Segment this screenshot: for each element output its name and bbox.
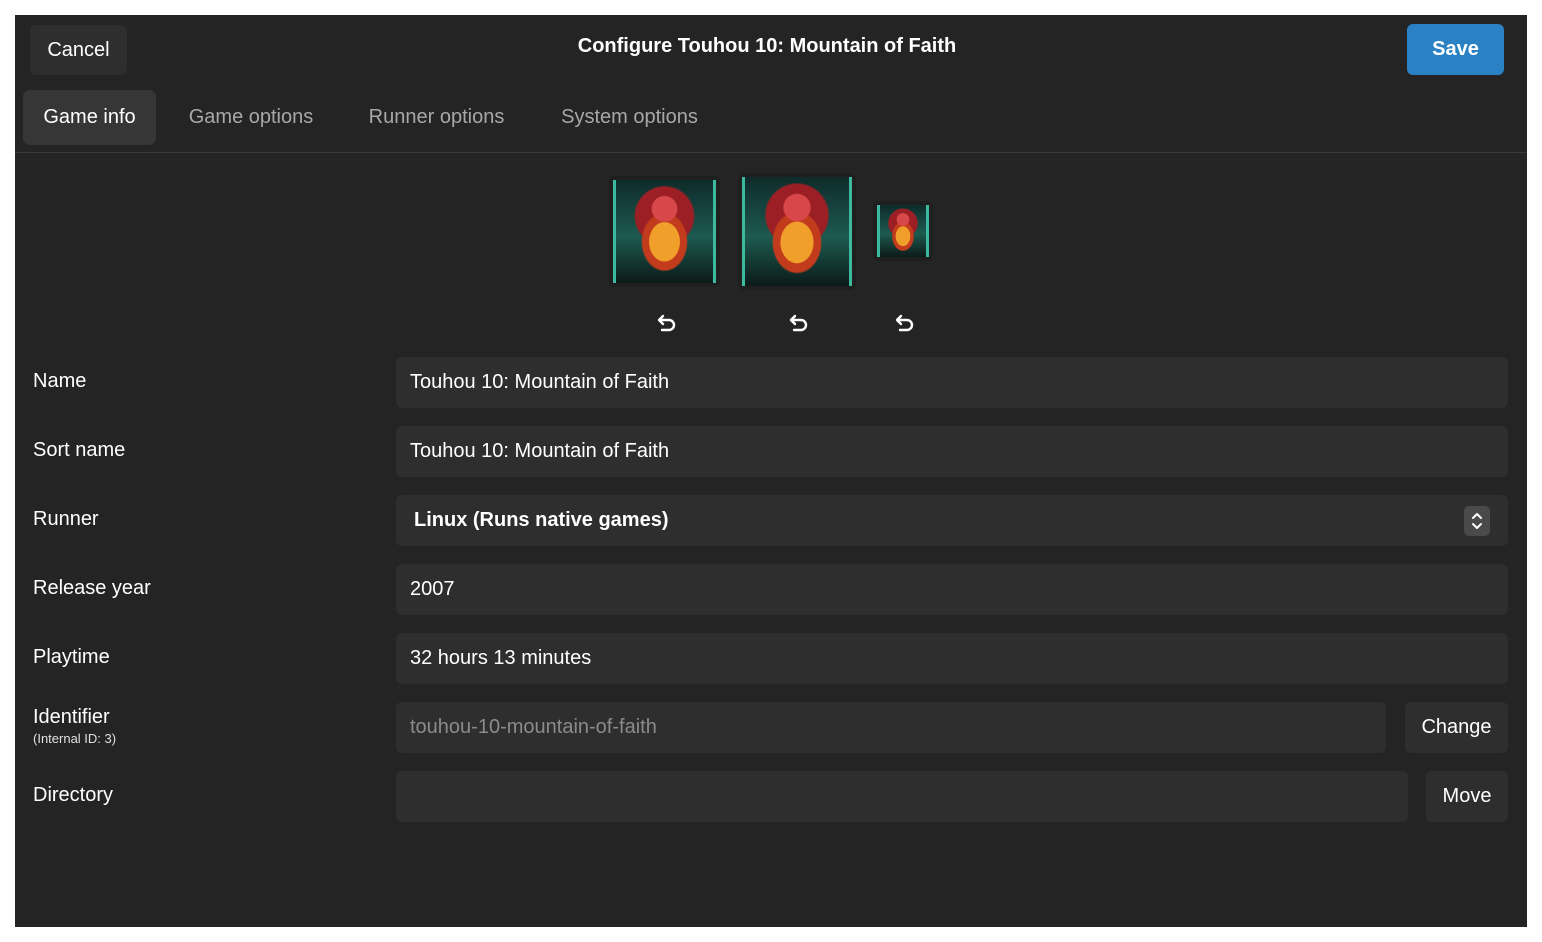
cover-art-1[interactable] xyxy=(609,176,720,287)
cover-art-3[interactable] xyxy=(873,201,933,261)
directory-field[interactable] xyxy=(396,771,1408,822)
cover-art-image xyxy=(742,177,852,286)
identifier-label: Identifier xyxy=(33,706,110,728)
runner-select-value: Linux (Runs native games) xyxy=(414,509,669,531)
undo-icon[interactable] xyxy=(786,311,810,335)
sort-name-label: Sort name xyxy=(33,439,126,461)
playtime-label: Playtime xyxy=(33,646,110,668)
release-year-field[interactable]: 2007 xyxy=(396,564,1508,615)
tab-game-info[interactable]: Game info xyxy=(23,90,156,145)
save-button[interactable]: Save xyxy=(1407,24,1504,75)
runner-select[interactable]: Linux (Runs native games) xyxy=(396,495,1508,546)
release-year-label: Release year xyxy=(33,577,151,599)
sort-name-field[interactable]: Touhou 10: Mountain of Faith xyxy=(396,426,1508,477)
runner-label: Runner xyxy=(33,508,99,530)
name-label: Name xyxy=(33,370,87,392)
undo-icon[interactable] xyxy=(892,311,916,335)
identifier-field[interactable]: touhou-10-mountain-of-faith xyxy=(396,702,1386,753)
cover-art-image xyxy=(877,205,929,257)
directory-label: Directory xyxy=(33,784,114,806)
cover-art-2[interactable] xyxy=(738,173,856,290)
configure-dialog: Cancel Configure Touhou 10: Mountain of … xyxy=(15,15,1527,927)
tab-system-options[interactable]: System options xyxy=(542,90,717,145)
tab-runner-options[interactable]: Runner options xyxy=(351,90,522,145)
chevron-up-down-icon xyxy=(1464,506,1490,536)
name-field[interactable]: Touhou 10: Mountain of Faith xyxy=(396,357,1508,408)
dialog-header: Cancel Configure Touhou 10: Mountain of … xyxy=(15,15,1527,83)
move-button[interactable]: Move xyxy=(1426,771,1508,822)
cover-art-image xyxy=(613,180,716,283)
internal-id-label: (Internal ID: 3) xyxy=(33,731,117,746)
playtime-field[interactable]: 32 hours 13 minutes xyxy=(396,633,1508,684)
undo-icon[interactable] xyxy=(654,311,678,335)
cancel-button[interactable]: Cancel xyxy=(30,25,127,75)
dialog-title: Configure Touhou 10: Mountain of Faith xyxy=(577,35,957,57)
tab-game-options[interactable]: Game options xyxy=(173,90,329,145)
tab-bar: Game info Game options Runner options Sy… xyxy=(15,83,1527,153)
change-button[interactable]: Change xyxy=(1405,702,1508,753)
